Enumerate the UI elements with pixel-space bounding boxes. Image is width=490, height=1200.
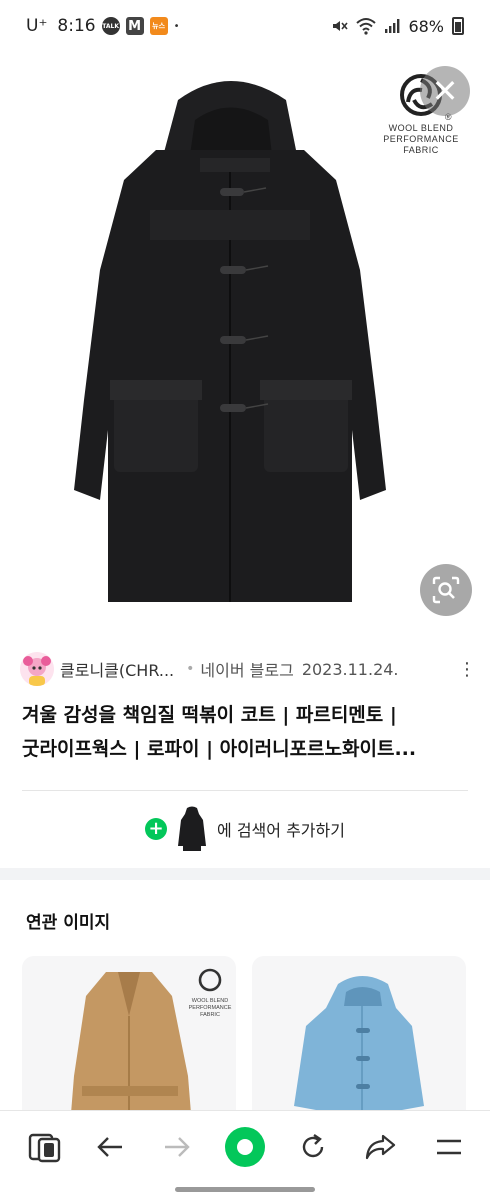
wool-blend-line-1: WOOL BLEND [388,123,454,133]
close-icon: ✕ [431,72,459,110]
hamburger-menu-icon [437,1139,461,1155]
status-bar: U⁺ 8:16 TALK M 뉴스 • 68% [0,0,490,52]
carrier-label: U⁺ [26,16,48,36]
menu-button[interactable] [424,1125,474,1169]
source-name[interactable]: 클로니클(CHR... [60,657,174,681]
svg-text:WOOL BLEND: WOOL BLEND [192,998,228,1004]
wool-blend-line-2: PERFORMANCE [383,134,459,144]
battery-icon [452,17,464,35]
battery-percent: 68% [408,16,444,36]
post-title-line-2: 굿라이프웍스 | 로파이 | 아이러니포르노화이트... [22,738,417,760]
clock: 8:16 [57,16,96,36]
source-row[interactable]: 클로니클(CHR... • 네이버 블로그 2023.11.24. ⋮ [20,652,476,686]
wifi-icon [356,18,377,35]
wool-blend-line-3: FABRIC [403,145,439,155]
talk-icon: TALK [101,17,120,35]
gesture-home-indicator[interactable] [175,1187,315,1192]
refresh-icon [302,1134,324,1158]
add-to-search-label: 에 검색어 추가하기 [217,821,345,840]
blue-duffle-coat-image [294,976,424,1126]
lens-search-icon [432,576,460,604]
image-search-button[interactable] [420,564,472,616]
home-button[interactable] [220,1125,270,1169]
black-duffle-coat-image [74,81,386,602]
more-options-icon[interactable]: ⋮ [458,659,476,680]
gmail-icon: M [125,17,144,35]
naver-green-home-icon [225,1127,265,1167]
share-icon [365,1134,396,1160]
close-button[interactable]: ✕ [420,66,470,116]
plus-icon: + [145,818,168,840]
post-title-line-1: 겨울 감성을 책임질 떡볶이 코트 | 파르티멘토 | [22,704,397,726]
arrow-left-icon [97,1137,122,1157]
bottom-navigation-bar [0,1110,490,1200]
source-date: 2023.11.24. [301,659,399,679]
main-image[interactable]: ® WOOL BLEND PERFORMANCE FABRIC ✕ [0,52,490,632]
svg-text:PERFORMANCE: PERFORMANCE [189,1005,232,1011]
tabs-icon [28,1133,61,1163]
related-images-title: 연관 이미지 [26,913,111,933]
coat-thumbnail [178,806,207,851]
refresh-button[interactable] [288,1125,338,1169]
post-title[interactable]: 겨울 감성을 책임질 떡볶이 코트 | 파르티멘토 | 굿라이프웍스 | 로파이… [22,698,472,766]
related-image-card[interactable] [252,956,466,1126]
share-button[interactable] [355,1125,405,1169]
camel-coat-image: WOOL BLEND PERFORMANCE FABRIC [70,968,232,1126]
mute-icon [333,21,349,31]
svg-text:FABRIC: FABRIC [200,1012,220,1018]
section-separator [0,868,490,880]
arrow-right-icon [165,1137,190,1157]
status-left: U⁺ 8:16 TALK M 뉴스 • [26,16,180,36]
source-type: 네이버 블로그 [200,661,294,680]
source-separator: • [186,661,195,677]
status-right: 68% [330,17,464,36]
tabs-button[interactable] [20,1125,70,1169]
back-button[interactable] [85,1125,135,1169]
related-image-card[interactable]: WOOL BLEND PERFORMANCE FABRIC [22,956,236,1126]
divider [22,790,468,791]
forward-button[interactable] [152,1125,202,1169]
signal-icon [385,19,400,33]
notification-dot: • [173,20,180,32]
avatar-character-icon [20,652,54,686]
screen: U⁺ 8:16 TALK M 뉴스 • 68% ® WOOL BLEND PER… [0,0,490,1200]
add-to-search-button[interactable]: + 에 검색어 추가하기 [0,806,490,852]
news-icon: 뉴스 [149,17,168,35]
avatar [20,652,54,686]
